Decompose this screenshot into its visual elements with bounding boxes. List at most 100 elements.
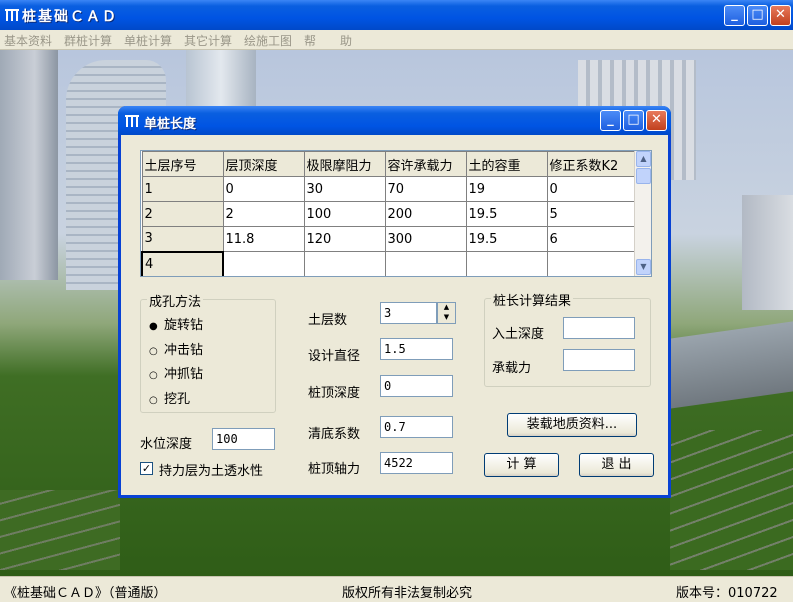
table-cell[interactable] [384, 251, 467, 276]
capacity-label: 承载力 [492, 361, 532, 376]
table-cell[interactable] [465, 251, 548, 276]
exit-button[interactable]: 退 出 [579, 453, 654, 477]
scroll-up-icon[interactable]: ▲ [636, 151, 651, 167]
table-cell[interactable]: 0 [222, 176, 305, 202]
menu-bar: 基本资料 群桩计算 单桩计算 其它计算 绘施工图 帮 助 [0, 30, 793, 50]
table-cell[interactable]: 30 [303, 176, 386, 202]
soil-layers-spinner[interactable]: ▲ ▼ [437, 302, 456, 324]
menu-other-calc[interactable]: 其它计算 [184, 32, 232, 49]
table-cell[interactable]: 6 [546, 226, 637, 252]
railway-track [0, 490, 120, 570]
col-header: 修正系数K2 [546, 151, 637, 177]
menu-drawing[interactable]: 绘施工图 [244, 32, 292, 49]
result-legend: 桩长计算结果 [491, 290, 574, 309]
soil-layer-grid[interactable]: 土层序号 层顶深度 极限摩阻力 容许承载力 土的容重 修正系数K2 1 0 30… [140, 150, 652, 277]
table-cell[interactable]: 19.5 [465, 201, 548, 227]
radio-label: 冲抓钻 [164, 367, 204, 382]
menu-help-1[interactable]: 帮 [304, 32, 316, 49]
table-cell[interactable]: 5 [546, 201, 637, 227]
calculate-button[interactable]: 计 算 [484, 453, 559, 477]
table-cell[interactable] [546, 251, 637, 276]
row-header[interactable]: 2 [141, 201, 224, 227]
radio-selected-icon: ● [149, 321, 158, 332]
grid-table: 土层序号 层顶深度 极限摩阻力 容许承载力 土的容重 修正系数K2 1 0 30… [141, 151, 637, 276]
bearing-layer-checkbox[interactable]: ✓ [140, 462, 153, 475]
table-cell[interactable]: 19.5 [465, 226, 548, 252]
railway-track [670, 430, 793, 570]
elevated-road [670, 321, 793, 409]
grid-header-row: 土层序号 层顶深度 极限摩阻力 容许承载力 土的容重 修正系数K2 [141, 151, 637, 177]
spin-up-icon[interactable]: ▲ [438, 303, 455, 313]
close-button[interactable]: ✕ [770, 5, 791, 26]
col-header: 极限摩阻力 [303, 151, 386, 177]
dialog-title-bar: 单桩长度 _ □ ✕ [118, 106, 671, 135]
table-cell[interactable]: 300 [384, 226, 467, 252]
design-diameter-input[interactable]: 1.5 [380, 338, 453, 360]
load-geology-button[interactable]: 装载地质资料... [507, 413, 637, 437]
embed-depth-output [563, 317, 635, 339]
spin-down-icon[interactable]: ▼ [438, 313, 455, 323]
row-header[interactable]: 4 [141, 250, 224, 276]
radio-empty-icon: ○ [149, 395, 158, 406]
row-header[interactable]: 1 [141, 176, 224, 202]
table-row: 1 0 30 70 19 0 [141, 176, 637, 202]
menu-single-pile[interactable]: 单桩计算 [124, 32, 172, 49]
pile-top-depth-input[interactable]: 0 [380, 375, 453, 397]
scroll-down-icon[interactable]: ▼ [636, 259, 651, 275]
app-title: 桩基础ＣＡＤ [22, 9, 118, 25]
grid-scrollbar[interactable]: ▲ ▼ [634, 151, 651, 276]
menu-help-2[interactable]: 助 [340, 32, 352, 49]
building [742, 195, 793, 310]
status-version: 版本号：010722 [676, 586, 778, 601]
table-cell[interactable]: 100 [303, 201, 386, 227]
menu-basic-data[interactable]: 基本资料 [4, 32, 52, 49]
dialog-maximize-button[interactable]: □ [623, 110, 644, 131]
radio-rotary[interactable]: ● 旋转钻 [149, 314, 203, 333]
boring-method-legend: 成孔方法 [147, 291, 204, 310]
menu-group-pile[interactable]: 群桩计算 [64, 32, 112, 49]
clear-bottom-input[interactable]: 0.7 [380, 416, 453, 438]
soil-layers-label: 土层数 [308, 313, 348, 328]
table-row: 3 11.8 120 300 19.5 6 [141, 226, 637, 252]
table-cell[interactable]: 70 [384, 176, 467, 202]
maximize-button[interactable]: □ [747, 5, 768, 26]
minimize-button[interactable]: _ [724, 5, 745, 26]
col-header: 土层序号 [141, 151, 224, 177]
dialog-minimize-button[interactable]: _ [600, 110, 621, 131]
capacity-output [563, 349, 635, 371]
scroll-thumb[interactable] [636, 168, 651, 184]
radio-label: 冲击钻 [164, 343, 204, 358]
pile-top-depth-label: 桩顶深度 [308, 386, 361, 401]
pile-length-dialog: 单桩长度 _ □ ✕ 土层序号 层顶深度 极限摩阻力 容许承载力 土的容重 修正… [118, 106, 671, 498]
clear-bottom-label: 清底系数 [308, 427, 361, 442]
table-cell[interactable]: 0 [546, 176, 637, 202]
water-depth-input[interactable]: 100 [212, 428, 275, 450]
design-diameter-label: 设计直径 [308, 349, 361, 364]
soil-layers-input[interactable]: 3 [380, 302, 437, 324]
axial-force-label: 桩顶轴力 [308, 462, 361, 477]
dialog-close-button[interactable]: ✕ [646, 110, 667, 131]
axial-force-input[interactable]: 4522 [380, 452, 453, 474]
table-cell[interactable] [222, 251, 305, 276]
table-cell[interactable]: 19 [465, 176, 548, 202]
dialog-body: 土层序号 层顶深度 极限摩阻力 容许承载力 土的容重 修正系数K2 1 0 30… [121, 135, 668, 495]
dialog-title: 单桩长度 [144, 117, 197, 132]
status-product: 《桩基础ＣＡＤ》（普通版） [4, 586, 167, 601]
table-cell[interactable]: 2 [222, 201, 305, 227]
radio-label: 挖孔 [164, 392, 191, 407]
bearing-layer-label: 持力层为土透水性 [159, 464, 264, 479]
table-row: 4 [141, 250, 637, 276]
building [0, 50, 58, 280]
table-cell[interactable]: 200 [384, 201, 467, 227]
radio-grab[interactable]: ○ 冲抓钻 [149, 363, 203, 382]
radio-empty-icon: ○ [149, 346, 158, 357]
result-group: 桩长计算结果 入土深度 承载力 [484, 290, 651, 387]
radio-percussion[interactable]: ○ 冲击钻 [149, 339, 203, 358]
table-cell[interactable]: 120 [303, 226, 386, 252]
radio-dig[interactable]: ○ 挖孔 [149, 388, 190, 407]
col-header: 容许承载力 [384, 151, 467, 177]
table-cell[interactable]: 11.8 [222, 226, 305, 252]
table-cell[interactable] [303, 251, 386, 276]
water-depth-label: 水位深度 [140, 437, 193, 452]
row-header[interactable]: 3 [141, 226, 224, 252]
